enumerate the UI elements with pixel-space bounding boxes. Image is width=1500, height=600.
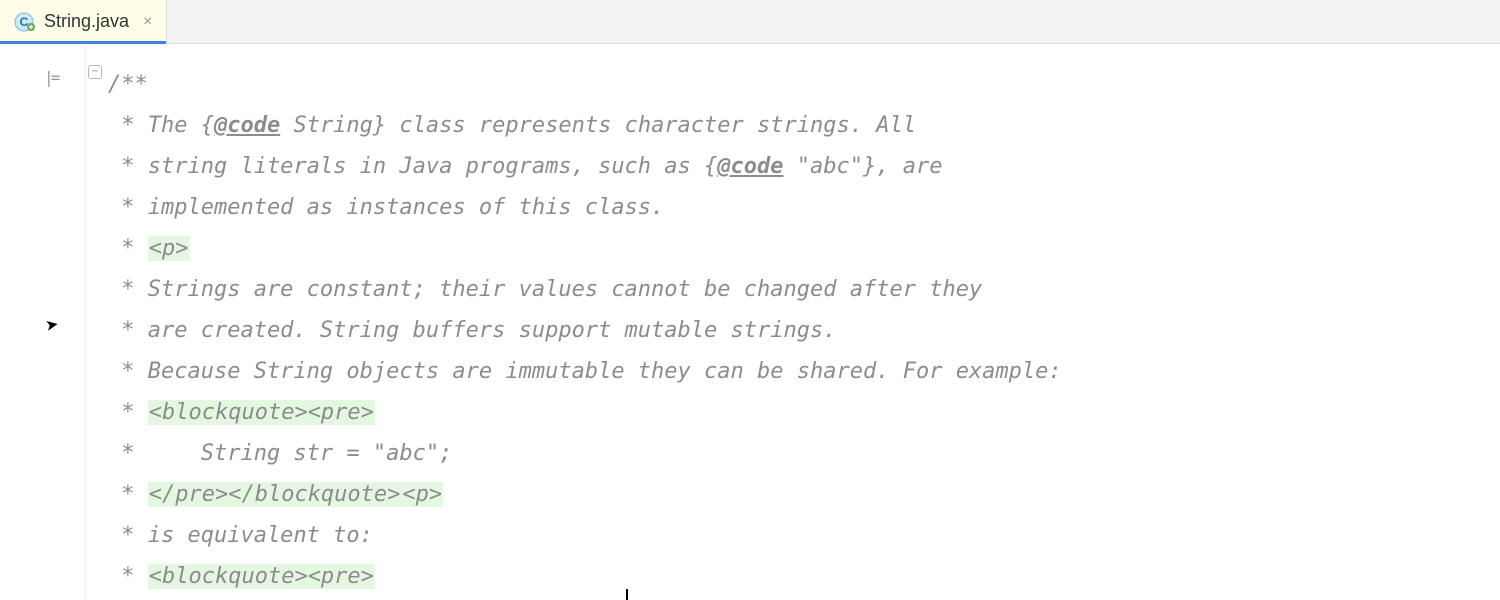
editor: |= ➤ − /** * The {@code String} class re… (0, 44, 1500, 600)
tab-filename: String.java (44, 11, 129, 32)
cursor-icon: ➤ (44, 313, 61, 340)
code-line: * <blockquote><pre> (108, 556, 1500, 597)
code-area[interactable]: /** * The {@code String} class represent… (108, 44, 1500, 600)
highlighted-html-tag: <p> (401, 482, 443, 507)
javadoc-tag: @code (214, 113, 280, 138)
code-line: * The {@code String} class represents ch… (108, 105, 1500, 146)
javadoc-tag: @code (717, 154, 783, 179)
close-icon[interactable]: × (143, 13, 152, 31)
highlighted-html-tag: <blockquote><pre> (148, 564, 375, 589)
tab-bar: C String.java × (0, 0, 1500, 44)
code-line: * <p> (108, 228, 1500, 269)
structure-icon[interactable]: |= (44, 68, 57, 87)
code-line: /** (108, 64, 1500, 105)
code-line: * String str = "abc"; (108, 433, 1500, 474)
class-icon: C (14, 11, 36, 33)
gutter: |= ➤ (0, 44, 86, 600)
code-line: * is equivalent to: (108, 515, 1500, 556)
code-line: * Strings are constant; their values can… (108, 269, 1500, 310)
highlighted-html-tag: <p> (148, 236, 190, 261)
fold-column: − (86, 44, 108, 600)
code-line: * implemented as instances of this class… (108, 187, 1500, 228)
code-line: * <blockquote><pre> (108, 392, 1500, 433)
text-caret (626, 589, 628, 600)
code-line: * string literals in Java programs, such… (108, 146, 1500, 187)
fold-handle[interactable]: − (88, 65, 102, 79)
code-line: * are created. String buffers support mu… (108, 310, 1500, 351)
editor-tab[interactable]: C String.java × (0, 0, 167, 43)
code-line: * Because String objects are immutable t… (108, 351, 1500, 392)
highlighted-html-tag: </pre></blockquote> (148, 482, 402, 507)
code-line: * </pre></blockquote><p> (108, 474, 1500, 515)
highlighted-html-tag: <blockquote><pre> (148, 400, 375, 425)
